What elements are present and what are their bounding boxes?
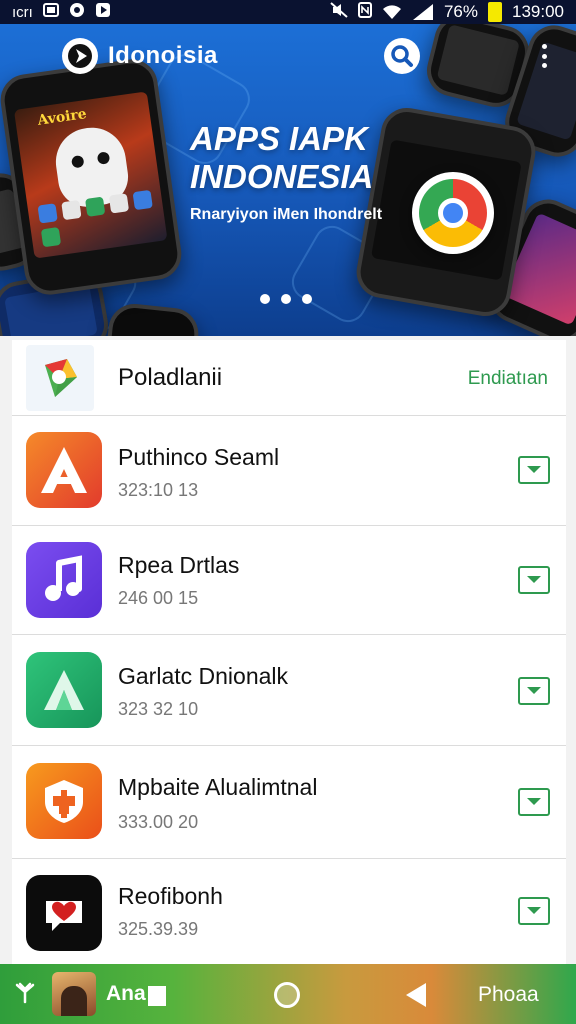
app-name: Mpbaite Alualimtnal (118, 774, 318, 800)
app-name: Rpea Drtlas (118, 552, 240, 578)
download-chevron-icon (527, 466, 541, 473)
letter-a-icon (26, 432, 102, 508)
phone-app-grid (37, 189, 156, 248)
app-name: Garlatc Dnionalk (118, 663, 289, 689)
app-size: 323 32 10 (118, 699, 199, 719)
download-chevron-icon (527, 907, 541, 914)
app-size: 323:10 13 (118, 480, 199, 500)
wifi-icon (382, 4, 402, 20)
battery-icon (488, 2, 502, 22)
back-triangle-icon[interactable] (406, 983, 426, 1007)
app-name: Puthinco Seaml (118, 444, 280, 470)
status-left-glyph: ıcrı (12, 3, 33, 21)
phone-screen-title: Avoire (36, 106, 88, 129)
home-circle-icon[interactable] (274, 982, 300, 1008)
search-icon (391, 45, 413, 67)
app-row[interactable]: Rpea Drtlas 246 00 15 (12, 526, 566, 635)
image-icon (42, 2, 59, 22)
app-row[interactable]: Garlatc Dnionalk 323 32 10 (12, 635, 566, 746)
signal-icon (14, 982, 36, 1009)
play-icon (95, 2, 111, 23)
shield-icon (26, 763, 102, 839)
hero-subtitle: Rnaryiyon iMen Ihondrelt (190, 206, 383, 223)
maps-icon (26, 344, 94, 411)
clock: 139:00 (512, 2, 564, 21)
mute-icon (330, 1, 348, 23)
carousel-dot[interactable] (281, 294, 291, 304)
carousel-dot[interactable] (302, 294, 312, 304)
download-chevron-icon (527, 576, 541, 583)
bottom-navigation-bar: Ana Phoaa (0, 964, 576, 1024)
list-header[interactable]: Poladlanii Endiatıan (12, 340, 566, 416)
list-header-title: Poladlanii (118, 363, 223, 391)
app-list: Poladlanii Endiatıan Puthinco Seaml 323:… (12, 340, 566, 964)
brand-logo-icon (62, 38, 98, 74)
app-row[interactable]: Reofibonh 325.39.39 (12, 859, 566, 964)
download-button[interactable] (518, 788, 550, 816)
nfc-icon (357, 1, 372, 23)
download-button[interactable] (518, 897, 550, 925)
hero-title: APPS IAPK INDONESIA (190, 120, 373, 196)
carousel-dot[interactable] (260, 294, 270, 304)
brand-name: Idonoisia (108, 42, 218, 69)
chrome-icon (412, 172, 494, 254)
bottom-bar-label[interactable]: Ana (106, 982, 146, 1006)
app-size: 325.39.39 (118, 919, 199, 939)
avatar[interactable] (52, 972, 96, 1016)
download-chevron-icon (527, 798, 541, 805)
app-row[interactable]: Puthinco Seaml 323:10 13 (12, 416, 566, 526)
signal-icon (412, 3, 434, 21)
status-bar-left: ıcrı (12, 2, 111, 23)
download-button[interactable] (518, 566, 550, 594)
triangle-a-icon (26, 652, 102, 728)
battery-percent: 76% (443, 2, 478, 21)
carousel-indicator[interactable] (260, 294, 312, 304)
search-button[interactable] (384, 38, 420, 74)
hero-banner[interactable]: Avoire Idonoisia APPS IAPK INDONESIA Rna… (0, 24, 576, 336)
brand[interactable]: Idonoisia (62, 38, 218, 74)
app-size: 333.00 20 (118, 812, 199, 832)
music-note-icon (26, 542, 102, 618)
status-bar: ıcrı 76% 139:00 (0, 0, 576, 24)
record-icon (69, 2, 85, 23)
featured-phone: Avoire (0, 56, 185, 298)
download-button[interactable] (518, 456, 550, 484)
heart-chat-icon (26, 875, 102, 951)
featured-phone-screen: Avoire (13, 91, 168, 259)
download-chevron-icon (527, 687, 541, 694)
app-size: 246 00 15 (118, 588, 199, 608)
download-button[interactable] (518, 677, 550, 705)
hero-title-line2: INDONESIA (190, 158, 374, 195)
status-bar-right: 76% 139:00 (330, 1, 564, 23)
hero-title-line1: APPS IAPK (190, 120, 368, 157)
app-row[interactable]: Mpbaite Alualimtnal 333.00 20 (12, 746, 566, 859)
app-name: Reofibonh (118, 883, 223, 909)
more-vert-icon[interactable] (534, 40, 554, 72)
square-icon[interactable] (148, 986, 166, 1006)
bottom-bar-right-label[interactable]: Phoaa (478, 983, 539, 1007)
list-header-action[interactable]: Endiatıan (468, 368, 548, 390)
